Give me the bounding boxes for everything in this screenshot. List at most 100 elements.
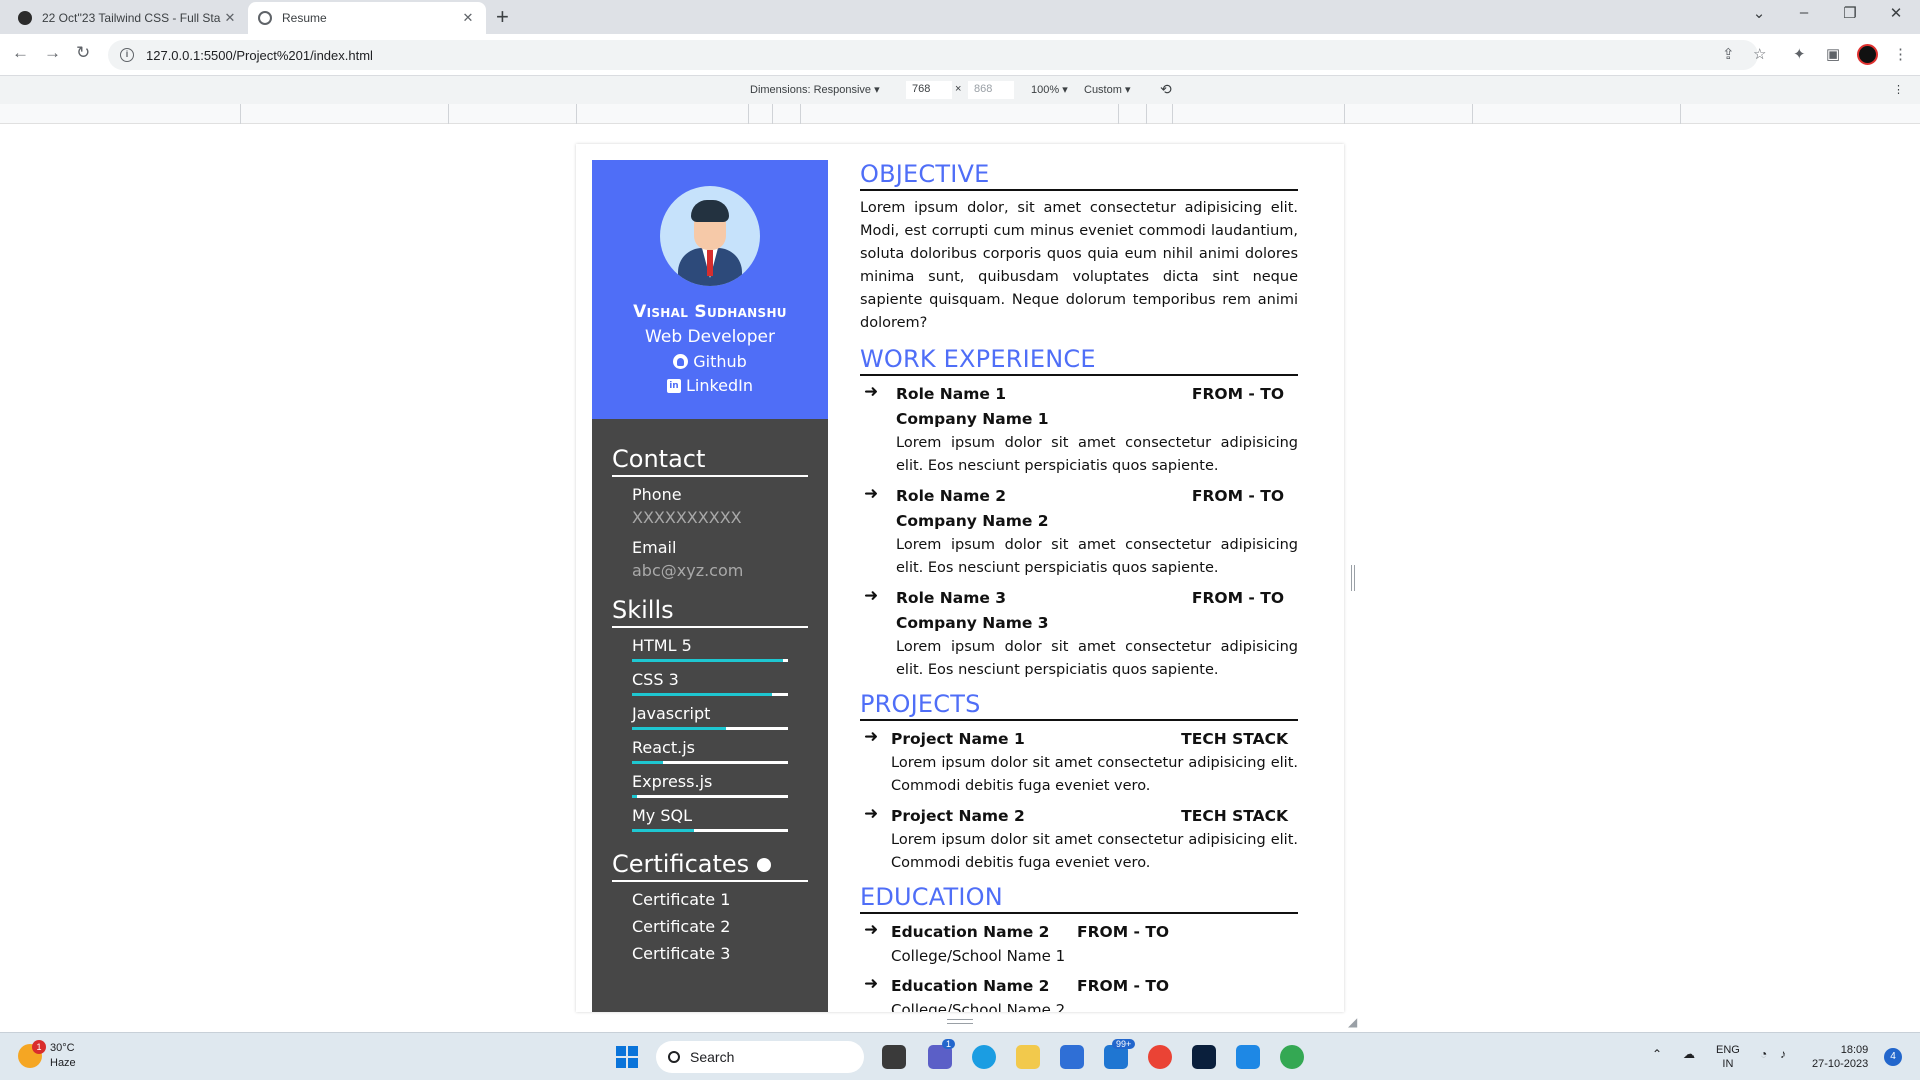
weather-widget[interactable]: 1 30°C Haze <box>18 1040 76 1071</box>
arrow-right-icon: ➜ <box>864 804 879 824</box>
vscode-icon[interactable] <box>1236 1045 1260 1069</box>
tab-strip: 22 Oct''23 Tailwind CSS - Full Sta ✕ Res… <box>0 0 1920 34</box>
side-panel-icon[interactable]: ▣ <box>1826 45 1840 63</box>
language-indicator[interactable]: ENG IN <box>1716 1043 1740 1071</box>
notification-badge[interactable]: 4 <box>1884 1048 1902 1066</box>
address-bar[interactable]: i 127.0.0.1:5500/Project%201/index.html <box>108 40 1758 70</box>
show-hidden-icons[interactable]: ⌃ <box>1652 1047 1662 1061</box>
ruler-mark[interactable] <box>1344 104 1345 124</box>
dimensions-dropdown[interactable]: Dimensions: Responsive ▾ <box>750 83 880 96</box>
resume-main: OBJECTIVE Lorem ipsum dolor, sit amet co… <box>860 160 1298 1012</box>
close-tab-icon[interactable]: ✕ <box>460 10 476 26</box>
project-description: Lorem ipsum dolor sit amet consectetur a… <box>891 832 1298 871</box>
profile-avatar[interactable] <box>1857 44 1878 65</box>
certificates-list: Certificate 1 Certificate 2 Certificate 3 <box>612 890 808 963</box>
ruler-mark[interactable] <box>748 104 749 124</box>
certificates-section: Certificates Certificate 1 Certificate 2C… <box>592 850 828 963</box>
forward-icon[interactable]: → <box>44 43 61 63</box>
work-period: FROM - TO <box>1191 385 1284 403</box>
ruler-mark[interactable] <box>1118 104 1119 124</box>
viewport-resize-handle-right[interactable] <box>1351 565 1355 591</box>
skill-item: CSS 3 <box>612 670 808 696</box>
extensions-icon[interactable]: ✦ <box>1793 45 1806 63</box>
wifi-icon[interactable]: ◔ <box>1760 1047 1767 1061</box>
skill-item: HTML 5 <box>612 636 808 662</box>
minimize-button[interactable]: – <box>1789 4 1819 21</box>
tab-resume[interactable]: Resume ✕ <box>248 2 486 34</box>
chrome-profile-icon[interactable] <box>1280 1045 1304 1069</box>
ruler-mark[interactable] <box>1172 104 1173 124</box>
work-entry: ➜ Role Name 1 FROM - TO Company Name 1 Lorem… <box>860 382 1298 478</box>
clock-date: 27-10-2023 <box>1812 1058 1869 1070</box>
clock-time: 18:09 <box>1840 1044 1869 1056</box>
ruler-mark[interactable] <box>1146 104 1147 124</box>
back-icon[interactable]: ← <box>12 43 29 63</box>
store-icon[interactable] <box>1060 1045 1084 1069</box>
times-sign: × <box>955 83 962 95</box>
linkedin-label: LinkedIn <box>685 376 754 395</box>
viewport-resize-handle-bottom[interactable] <box>947 1019 973 1024</box>
region-code: IN <box>1722 1058 1734 1070</box>
education-entry: ➜ Education Name 2 FROM - TO College/School… <box>860 920 1298 968</box>
restore-button[interactable]: ❐ <box>1835 4 1865 22</box>
file-explorer-icon[interactable] <box>1016 1045 1040 1069</box>
close-tab-icon[interactable]: ✕ <box>222 10 238 26</box>
rotate-icon[interactable]: ⟲ <box>1160 81 1172 98</box>
ruler-mark[interactable] <box>1472 104 1473 124</box>
project-list: ➜ Project Name 1 TECH STACK Lorem ipsum dol… <box>860 727 1298 875</box>
menu-icon[interactable]: ⋮ <box>1893 45 1908 63</box>
throttle-dropdown[interactable]: Custom ▾ <box>1084 83 1130 96</box>
taskbar-search[interactable]: Search <box>656 1041 864 1073</box>
role-name: Role Name 3 <box>896 589 1007 607</box>
height-input[interactable]: 868 <box>968 81 1014 99</box>
linkedin-link[interactable]: in LinkedIn <box>592 376 828 395</box>
chrome-icon[interactable] <box>1148 1045 1172 1069</box>
taskbar: 1 30°C Haze Search 1 99+ ⌃ ☁ ENG IN ◔ ♪ … <box>0 1032 1920 1080</box>
work-entry: ➜ Role Name 2 FROM - TO Company Name 2 Lorem… <box>860 484 1298 580</box>
work-section: WORK EXPERIENCE ➜ Role Name 1 FROM - TO Com… <box>860 345 1298 682</box>
close-window-button[interactable]: ✕ <box>1881 4 1911 22</box>
linkedin-icon: in <box>666 378 681 393</box>
share-icon[interactable]: ⇪ <box>1722 45 1735 63</box>
project-description: Lorem ipsum dolor sit amet consectetur a… <box>891 755 1298 794</box>
education-entry: ➜ Education Name 2 FROM - TO College/School… <box>860 974 1298 1012</box>
edge-icon[interactable] <box>972 1045 996 1069</box>
ruler-mark[interactable] <box>448 104 449 124</box>
start-button[interactable] <box>616 1046 638 1068</box>
device-menu-icon[interactable]: ⋮ <box>1893 83 1904 96</box>
device-toolbar: Dimensions: Responsive ▾ 768 × 868 100% … <box>0 76 1920 104</box>
throttle-label: Custom <box>1084 84 1122 96</box>
education-entry-body: Education Name 2 FROM - TO College/School … <box>891 920 1298 968</box>
education-list: ➜ Education Name 2 FROM - TO College/School… <box>860 920 1298 1012</box>
github-link[interactable]: Github <box>592 352 828 371</box>
skill-name: Javascript <box>632 704 711 723</box>
company-name: Company Name 1 <box>896 410 1049 428</box>
network-drive-icon[interactable]: ☁ <box>1683 1047 1695 1061</box>
ruler-mark[interactable] <box>240 104 241 124</box>
width-input[interactable]: 768 <box>906 81 952 99</box>
role-name: Role Name 1 <box>896 385 1007 403</box>
arrow-right-icon: ➜ <box>864 382 879 402</box>
tab-search-icon[interactable]: ⌄ <box>1744 4 1774 22</box>
skill-bar <box>632 659 788 662</box>
task-view-icon[interactable] <box>882 1045 906 1069</box>
reload-icon[interactable]: ↻ <box>76 43 90 63</box>
education-period: FROM - TO <box>1077 923 1170 941</box>
work-period: FROM - TO <box>1191 589 1284 607</box>
tab-tailwind[interactable]: 22 Oct''23 Tailwind CSS - Full Sta ✕ <box>8 2 248 34</box>
site-info-icon[interactable]: i <box>120 48 134 62</box>
zoom-dropdown[interactable]: 100% ▾ <box>1031 83 1068 96</box>
ruler-mark[interactable] <box>1680 104 1681 124</box>
new-tab-button[interactable]: + <box>496 4 509 30</box>
ruler-mark[interactable] <box>772 104 773 124</box>
volume-icon[interactable]: ♪ <box>1780 1047 1786 1061</box>
viewport-resize-corner-icon[interactable]: ◢ <box>1348 1015 1357 1029</box>
bookmark-star-icon[interactable]: ☆ <box>1753 45 1766 63</box>
clock[interactable]: 18:09 27-10-2023 <box>1812 1043 1868 1071</box>
ruler-mark[interactable] <box>800 104 801 124</box>
education-entry-header: Education Name 2 FROM - TO <box>891 920 1298 945</box>
language-code: ENG <box>1716 1044 1740 1056</box>
photoshop-icon[interactable] <box>1192 1045 1216 1069</box>
ruler-mark[interactable] <box>576 104 577 124</box>
contact-heading: Contact <box>612 445 808 477</box>
